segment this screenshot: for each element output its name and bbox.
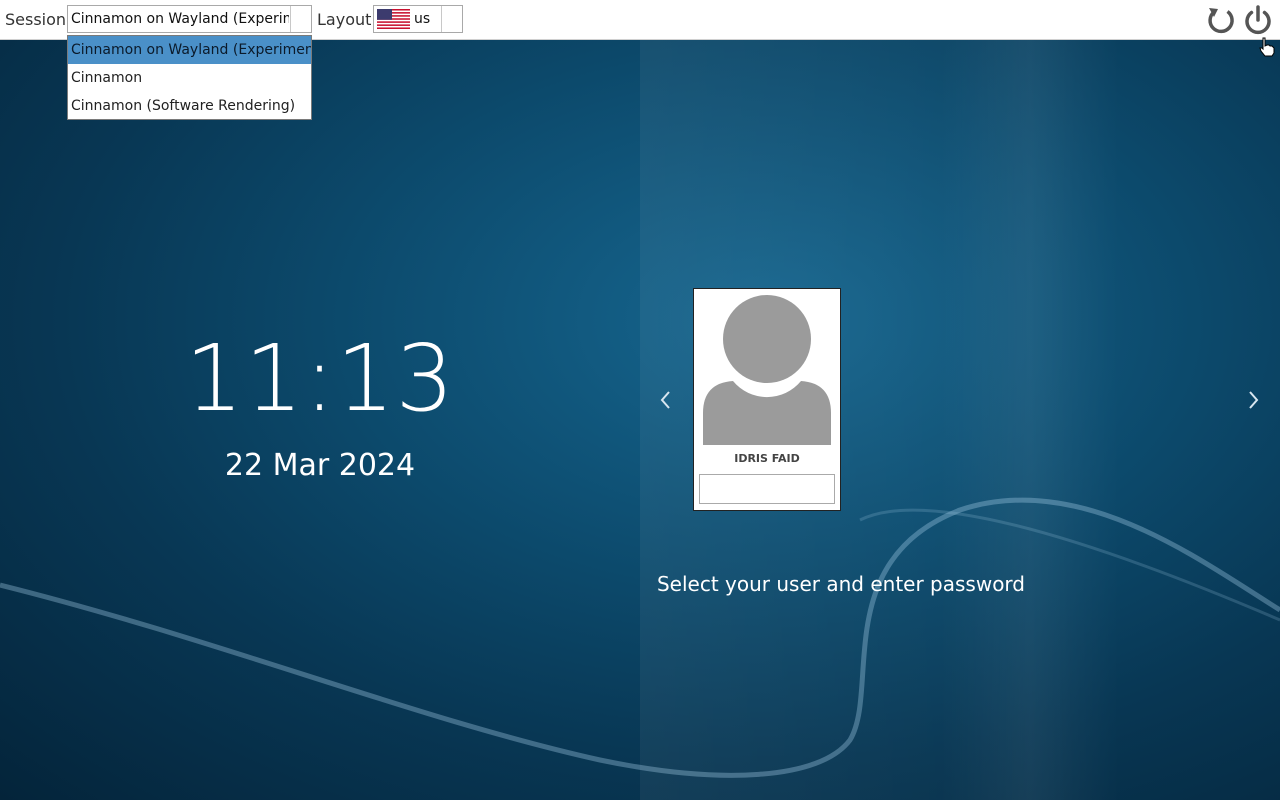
avatar-icon bbox=[703, 295, 831, 445]
login-hint: Select your user and enter password bbox=[656, 572, 1025, 596]
user-name: IDRIS FAID bbox=[734, 452, 800, 465]
layout-select[interactable]: us bbox=[373, 5, 463, 33]
user-card[interactable]: IDRIS FAID bbox=[693, 288, 841, 511]
next-user-arrow-icon[interactable] bbox=[1243, 388, 1263, 412]
hand-cursor-icon bbox=[1259, 37, 1275, 57]
session-label: Session bbox=[5, 10, 67, 29]
power-icon[interactable] bbox=[1242, 4, 1274, 36]
layout-label: Layout bbox=[317, 10, 372, 29]
us-flag-icon bbox=[377, 9, 410, 29]
previous-user-arrow-icon[interactable] bbox=[656, 388, 676, 412]
restart-icon[interactable] bbox=[1205, 4, 1237, 36]
session-dropdown-menu: Cinnamon on Wayland (Experimenta Cinnamo… bbox=[67, 35, 312, 120]
session-option-wayland[interactable]: Cinnamon on Wayland (Experimenta bbox=[68, 36, 311, 64]
layout-dropdown-button[interactable] bbox=[441, 6, 462, 32]
session-option-software-rendering[interactable]: Cinnamon (Software Rendering) bbox=[68, 92, 311, 120]
layout-select-value: us bbox=[414, 11, 431, 27]
clock-date: 22 Mar 2024 bbox=[224, 448, 416, 483]
password-field[interactable] bbox=[699, 474, 835, 504]
session-option-cinnamon[interactable]: Cinnamon bbox=[68, 64, 311, 92]
top-bar: Session Cinnamon on Wayland (Experime La… bbox=[0, 0, 1280, 40]
session-select[interactable]: Cinnamon on Wayland (Experime bbox=[67, 5, 312, 33]
session-dropdown-button[interactable] bbox=[290, 6, 311, 32]
clock-time: 11:13 bbox=[184, 325, 456, 432]
session-select-value: Cinnamon on Wayland (Experime bbox=[71, 11, 289, 27]
